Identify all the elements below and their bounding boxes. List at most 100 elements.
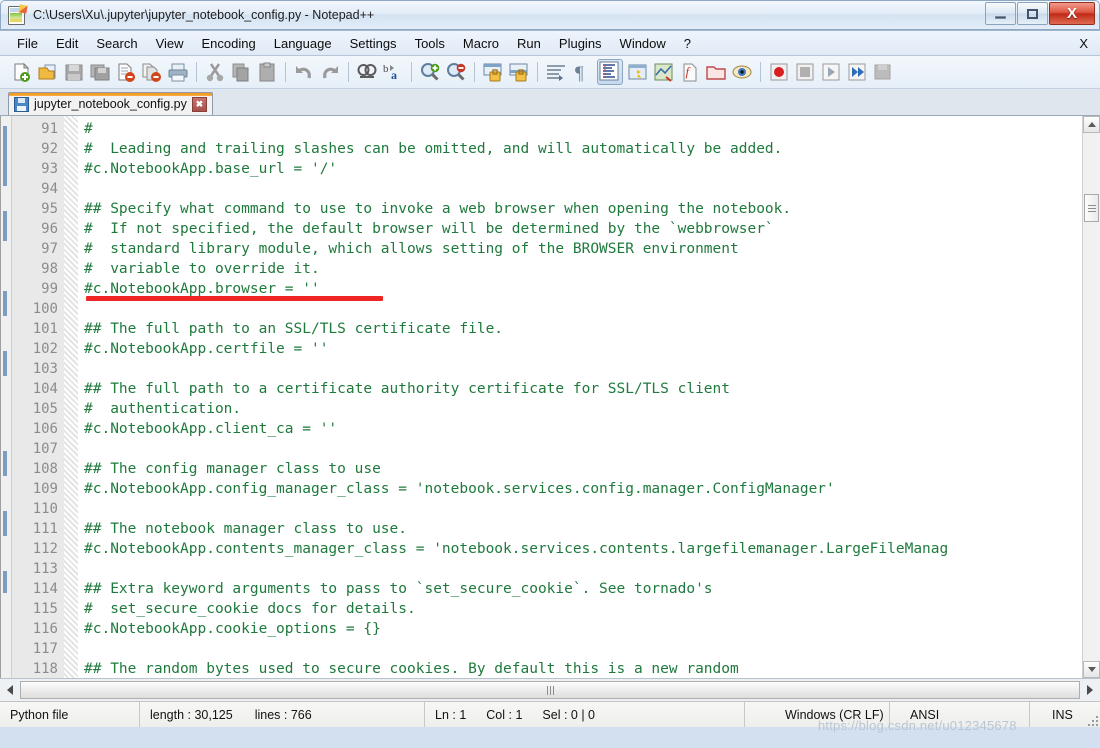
menu-view[interactable]: View: [147, 34, 193, 53]
toolbar-separator: [411, 62, 412, 82]
redo-icon[interactable]: [319, 61, 341, 83]
menu-plugins[interactable]: Plugins: [550, 34, 611, 53]
folder-as-workspace-icon[interactable]: [705, 61, 727, 83]
menu-window[interactable]: Window: [611, 34, 675, 53]
code-line: #: [84, 121, 93, 137]
open-file-icon[interactable]: [37, 61, 59, 83]
line-number: 115: [32, 601, 58, 617]
tab-close-icon[interactable]: ✖: [191, 96, 207, 112]
save-macro-icon: [872, 61, 894, 83]
bookmark-margin[interactable]: [1, 116, 12, 678]
scroll-down-button[interactable]: [1083, 661, 1100, 678]
monitoring-icon[interactable]: [731, 61, 753, 83]
code-line: #c.NotebookApp.client_ca = '': [84, 421, 338, 437]
line-number: 93: [41, 161, 58, 177]
maximize-icon: [1027, 8, 1038, 19]
vertical-scrollbar[interactable]: [1082, 116, 1100, 678]
window-title: C:\Users\Xu\.jupyter\jupyter_notebook_co…: [33, 8, 375, 22]
undo-icon[interactable]: [293, 61, 315, 83]
run-macro-multiple-icon[interactable]: [846, 61, 868, 83]
scroll-left-button[interactable]: [1, 681, 19, 699]
sync-horizontal-scroll-icon[interactable]: [508, 61, 530, 83]
menu-run[interactable]: Run: [508, 34, 550, 53]
zoom-out-icon[interactable]: [445, 61, 467, 83]
menu-plugins-label: Plugins: [558, 35, 602, 51]
user-defined-dialog-icon[interactable]: [627, 61, 649, 83]
resize-grip-icon[interactable]: [1084, 712, 1098, 726]
code-line: ## The notebook manager class to use.: [84, 521, 408, 537]
arrow-up-icon: [1087, 122, 1096, 127]
line-number-gutter: 91 92 93 94 95 96 97 98 99 100 101 102 1…: [12, 116, 64, 678]
zoom-in-icon[interactable]: [419, 61, 441, 83]
maximize-button[interactable]: [1017, 2, 1048, 25]
word-wrap-icon[interactable]: [545, 61, 567, 83]
code-folding-margin[interactable]: [64, 116, 78, 678]
close-document-button[interactable]: X: [1079, 36, 1088, 51]
horizontal-scroll-thumb[interactable]: [20, 681, 1080, 699]
toolbar-separator: [474, 62, 475, 82]
sync-vertical-scroll-icon[interactable]: [482, 61, 504, 83]
close-window-button[interactable]: X: [1049, 2, 1095, 25]
show-all-characters-icon[interactable]: ¶: [571, 61, 593, 83]
tab-jupyter-notebook-config[interactable]: jupyter_notebook_config.py ✖: [8, 92, 213, 115]
line-number: 111: [32, 521, 58, 537]
menu-window-label: Window: [619, 35, 666, 51]
function-list-icon[interactable]: f: [679, 61, 701, 83]
replace-icon[interactable]: b a: [382, 61, 404, 83]
menu-edit-label: Edit: [55, 35, 79, 51]
menu-encoding[interactable]: Encoding: [193, 34, 265, 53]
red-underline-annotation: [86, 296, 383, 301]
cut-icon[interactable]: [204, 61, 226, 83]
scroll-up-button[interactable]: [1083, 116, 1100, 133]
print-icon[interactable]: [167, 61, 189, 83]
svg-text:a: a: [391, 68, 397, 82]
paste-icon[interactable]: [256, 61, 278, 83]
horizontal-scrollbar[interactable]: [0, 678, 1100, 701]
minimize-button[interactable]: [985, 2, 1016, 25]
menu-language[interactable]: Language: [265, 34, 341, 53]
close-icon: X: [1066, 5, 1077, 22]
new-file-icon[interactable]: [11, 61, 33, 83]
line-number: 98: [41, 261, 58, 277]
line-number: 117: [32, 641, 58, 657]
menu-macro-label: Macro: [462, 35, 500, 51]
save-icon[interactable]: [63, 61, 85, 83]
status-length-lines: length : 30,125 lines : 766: [140, 702, 425, 727]
indent-guide-icon[interactable]: [597, 59, 623, 85]
menu-file[interactable]: File: [8, 34, 47, 53]
status-length: length : 30,125: [150, 707, 233, 722]
scroll-right-button[interactable]: [1081, 681, 1099, 699]
horizontal-scroll-track[interactable]: [20, 681, 1080, 699]
code-line: #c.NotebookApp.cookie_options = {}: [84, 621, 381, 637]
menu-settings[interactable]: Settings: [341, 34, 406, 53]
code-line: # set_secure_cookie docs for details.: [84, 601, 416, 617]
playback-macro-icon[interactable]: [820, 61, 842, 83]
close-file-icon[interactable]: [115, 61, 137, 83]
vertical-scroll-thumb[interactable]: [1084, 194, 1099, 222]
code-line: # standard library module, which allows …: [84, 241, 739, 257]
save-all-icon[interactable]: [89, 61, 111, 83]
menu-macro[interactable]: Macro: [454, 34, 508, 53]
menu-file-label: File: [17, 35, 38, 51]
code-text-area[interactable]: # # Leading and trailing slashes can be …: [78, 116, 1082, 678]
show-document-map-icon[interactable]: [653, 61, 675, 83]
find-icon[interactable]: [356, 61, 378, 83]
menu-edit[interactable]: Edit: [47, 34, 87, 53]
menu-search[interactable]: Search: [87, 34, 146, 53]
menu-bar: File Edit Search View Encoding Language …: [0, 31, 1100, 56]
line-number: 94: [41, 181, 58, 197]
line-number: 107: [32, 441, 58, 457]
record-macro-icon[interactable]: [768, 61, 790, 83]
menu-search-label: Search: [96, 35, 138, 51]
stop-recording-icon[interactable]: [794, 61, 816, 83]
notepadpp-window: C:\Users\Xu\.jupyter\jupyter_notebook_co…: [0, 0, 1100, 748]
menu-help[interactable]: ?: [675, 34, 700, 53]
close-all-icon[interactable]: [141, 61, 163, 83]
toolbar-separator: [196, 62, 197, 82]
copy-icon[interactable]: [230, 61, 252, 83]
line-number: 99: [41, 281, 58, 297]
code-line: # variable to override it.: [84, 261, 320, 277]
menu-tools[interactable]: Tools: [406, 34, 454, 53]
line-number: 100: [32, 301, 58, 317]
